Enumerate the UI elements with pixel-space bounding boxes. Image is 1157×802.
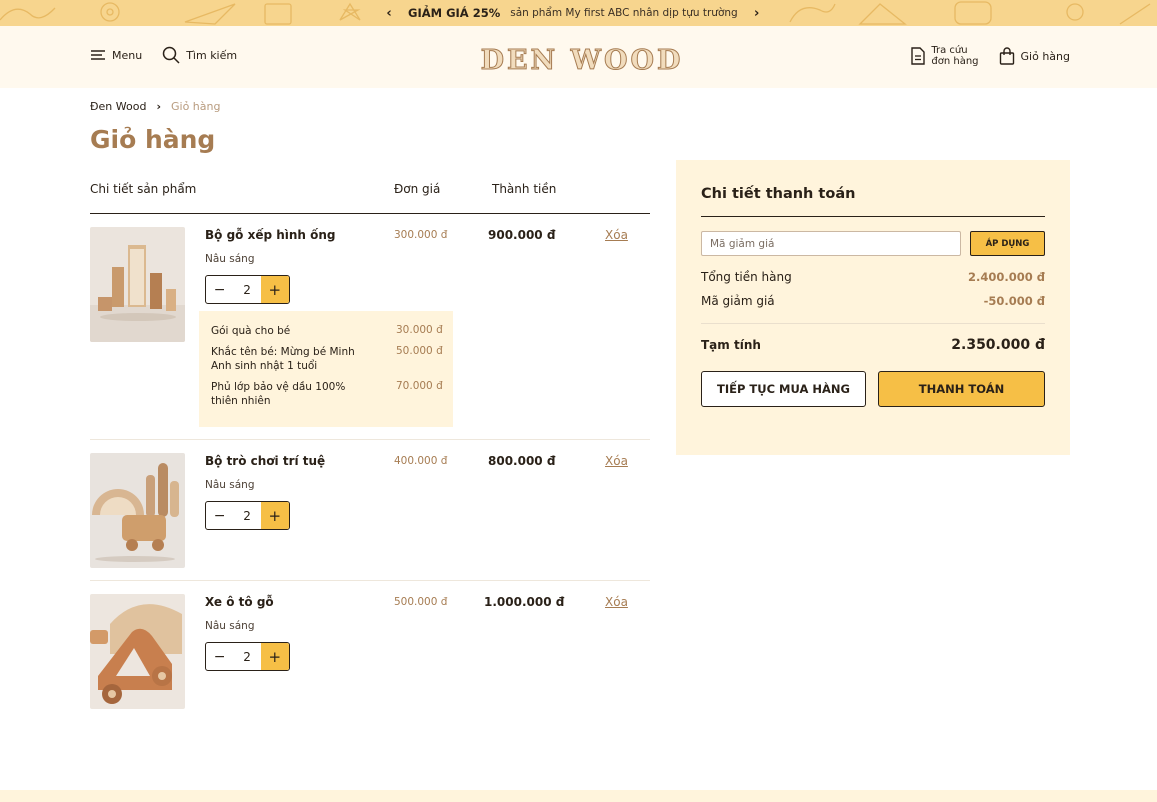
quantity-stepper: − 2 + [205,275,290,304]
promo-text: sản phẩm My first ABC nhân dịp tựu trườn… [510,7,738,19]
promo-bar: ‹ GIẢM GIÁ 25% sản phẩm My first ABC nhâ… [0,0,1157,26]
promo-content: ‹ GIẢM GIÁ 25% sản phẩm My first ABC nhâ… [380,0,766,26]
panel-divider [701,216,1045,217]
header-right: Tra cứu đơn hàng Giỏ hàng [910,45,1070,67]
search-label: Tìm kiếm [186,48,238,62]
cart-button[interactable]: Giỏ hàng [999,47,1070,65]
header-product: Chi tiết sản phẩm [90,182,197,196]
page-title: Giỏ hàng [90,125,216,154]
chevron-right-icon: › [156,100,161,113]
product-image[interactable] [90,594,185,709]
product-unit-price: 500.000 đ [394,596,448,608]
quantity-value[interactable]: 2 [233,502,260,529]
subtotal-label: Tạm tính [701,338,761,352]
row-divider [90,439,650,440]
menu-button[interactable]: Menu [90,49,142,62]
logo-text: DEN WOOD [481,45,684,74]
cart-label: Giỏ hàng [1020,49,1070,63]
product-variant: Nâu sáng [205,253,255,265]
discount-value: -50.000 đ [983,294,1045,308]
quantity-stepper: − 2 + [205,642,290,671]
quantity-stepper: − 2 + [205,501,290,530]
site-header: Menu Tìm kiếm DEN WOOD Tra cứu đơn hàng [0,26,1157,88]
order-lookup-line-1: Tra cứu [931,45,968,56]
breadcrumb: Đen Wood › Giỏ hàng [90,100,220,113]
cart-item: Bộ trò chơi trí tuệ Nâu sáng 400.000 đ 8… [90,453,650,568]
quantity-value[interactable]: 2 [233,643,260,670]
apply-coupon-button[interactable]: ÁP DỤNG [970,231,1045,256]
product-total: 800.000 đ [488,454,556,468]
product-unit-price: 300.000 đ [394,229,448,241]
cart-item: Xe ô tô gỗ Nâu sáng 500.000 đ 1.000.000 … [90,594,650,709]
product-total: 1.000.000 đ [484,595,565,609]
minus-icon[interactable]: − [206,643,233,670]
goods-total-label: Tổng tiền hàng [701,270,792,284]
remove-button[interactable]: Xóa [605,228,628,242]
hamburger-icon [91,50,105,60]
product-unit-price: 400.000 đ [394,455,448,467]
chevron-right-icon[interactable]: › [748,6,766,21]
product-image[interactable] [90,227,185,342]
continue-shopping-button[interactable]: TIẾP TỤC MUA HÀNG [701,371,866,407]
product-image[interactable] [90,453,185,568]
extra-price: 30.000 đ [396,324,443,336]
goods-total-row: Tổng tiền hàng 2.400.000 đ [701,270,1045,284]
panel-divider [701,323,1045,324]
menu-label: Menu [112,48,143,62]
minus-icon[interactable]: − [206,502,233,529]
extra-row: Phủ lớp bảo vệ dầu 100% thiên nhiên 70.0… [211,380,451,408]
quantity-value[interactable]: 2 [233,276,260,303]
plus-icon[interactable]: + [260,643,289,670]
product-variant: Nâu sáng [205,479,255,491]
coupon-input[interactable] [701,231,961,256]
extra-price: 70.000 đ [396,380,443,392]
promo-highlight: GIẢM GIÁ 25% [408,6,501,20]
order-lookup-label: Tra cứu đơn hàng [931,45,978,67]
extra-row: Gói quà cho bé 30.000 đ [211,324,451,338]
extra-label: Phủ lớp bảo vệ dầu 100% thiên nhiên [211,381,346,407]
breadcrumb-current: Giỏ hàng [170,100,221,113]
item-extras: Gói quà cho bé 30.000 đ Khắc tên bé: Mừn… [199,311,453,427]
subtotal-row: Tạm tính 2.350.000 đ [701,337,1045,353]
row-divider [90,580,650,581]
search-button[interactable]: Tìm kiếm [162,46,237,64]
checkout-button[interactable]: THANH TOÁN [878,371,1045,407]
extra-label: Khắc tên bé: Mừng bé Minh Anh sinh nhật … [211,346,355,372]
header-total: Thành tiền [492,182,557,196]
chevron-left-icon[interactable]: ‹ [380,6,398,21]
remove-button[interactable]: Xóa [605,454,628,468]
extra-label: Gói quà cho bé [211,325,291,337]
footer-strip [0,790,1157,802]
product-name[interactable]: Bộ trò chơi trí tuệ [205,454,325,468]
extra-row: Khắc tên bé: Mừng bé Minh Anh sinh nhật … [211,345,451,373]
cart-table-header: Chi tiết sản phẩm Đơn giá Thành tiền [90,182,650,214]
plus-icon[interactable]: + [260,276,289,303]
search-icon [162,46,180,64]
shopping-bag-icon [999,47,1014,65]
den-wood-logo[interactable]: DEN WOOD [480,44,685,75]
cart-item: Bộ gỗ xếp hình ống Nâu sáng 300.000 đ 90… [90,227,650,427]
product-name[interactable]: Bộ gỗ xếp hình ống [205,228,336,242]
product-variant: Nâu sáng [205,620,255,632]
order-lookup-button[interactable]: Tra cứu đơn hàng [910,45,979,67]
header-left: Menu Tìm kiếm [90,46,237,64]
product-total: 900.000 đ [488,228,556,242]
payment-summary-panel: Chi tiết thanh toán ÁP DỤNG Tổng tiền hà… [676,160,1070,455]
payment-title: Chi tiết thanh toán [701,186,856,202]
extra-price: 50.000 đ [396,345,443,357]
order-lookup-line-2: đơn hàng [931,56,979,67]
product-name[interactable]: Xe ô tô gỗ [205,595,274,609]
breadcrumb-home[interactable]: Đen Wood [90,100,146,113]
goods-total-value: 2.400.000 đ [968,270,1045,284]
document-icon [911,47,926,65]
header-unit-price: Đơn giá [394,182,441,196]
subtotal-value: 2.350.000 đ [951,337,1045,353]
plus-icon[interactable]: + [260,502,289,529]
discount-label: Mã giảm giá [701,294,775,308]
discount-row: Mã giảm giá -50.000 đ [701,294,1045,308]
minus-icon[interactable]: − [206,276,233,303]
remove-button[interactable]: Xóa [605,595,628,609]
